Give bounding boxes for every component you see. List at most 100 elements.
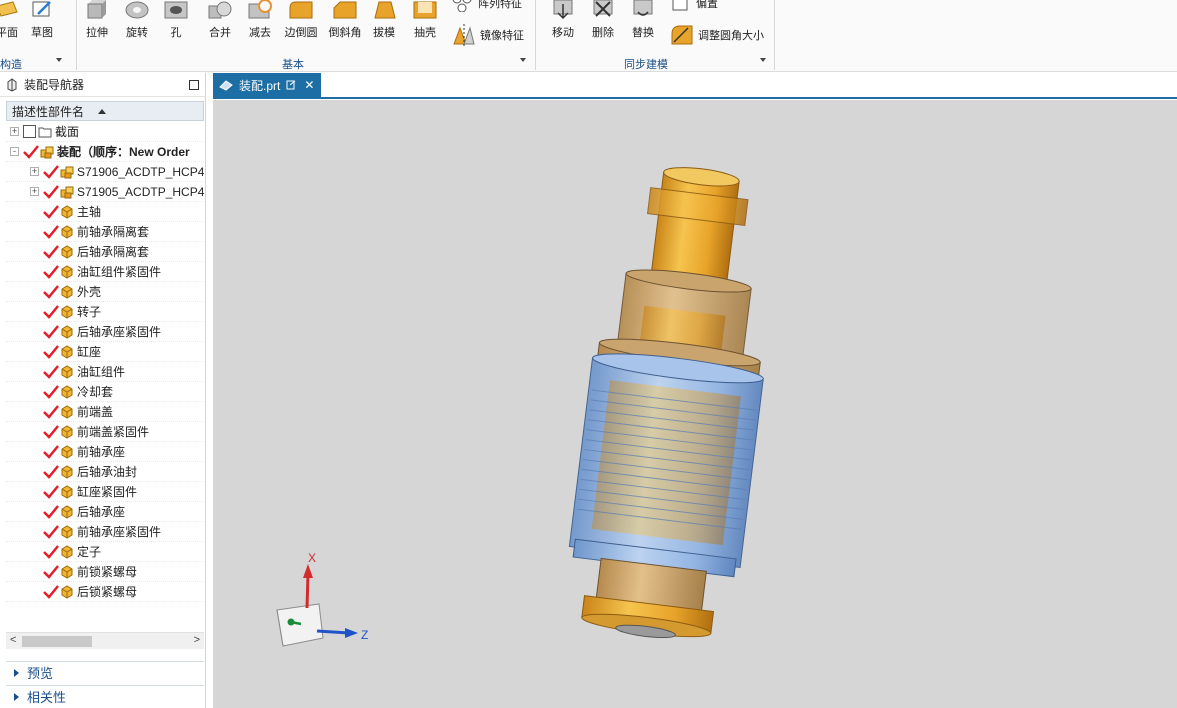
part-icon (61, 284, 73, 299)
tree-row[interactable]: 后轴承座 (6, 502, 204, 522)
basic-group-dropdown-icon[interactable] (520, 58, 526, 62)
scroll-left-icon[interactable]: < (10, 634, 16, 646)
resize-blend-button[interactable]: 调整圆角大小 (670, 24, 764, 46)
assembly-icon (40, 146, 54, 158)
replace-face-icon (633, 0, 653, 16)
tree-row[interactable]: 外壳 (6, 282, 204, 302)
expand-arrow-icon (14, 668, 19, 677)
checked-icon[interactable] (23, 144, 39, 159)
checked-icon[interactable] (43, 524, 59, 539)
checked-icon[interactable] (43, 324, 59, 339)
part-icon (61, 344, 73, 359)
tree-row[interactable]: + 截面 (6, 122, 204, 142)
expand-node-icon[interactable]: + (30, 187, 39, 196)
tree-row[interactable]: 主轴 (6, 202, 204, 222)
checked-icon[interactable] (43, 484, 59, 499)
tree-row[interactable]: 油缸组件 (6, 362, 204, 382)
checked-icon[interactable] (43, 164, 59, 179)
tree-row[interactable]: 转子 (6, 302, 204, 322)
document-tab-bar: 装配.prt ✕ (213, 73, 1177, 99)
tree-row[interactable]: 后轴承座紧固件 (6, 322, 204, 342)
tree-row[interactable]: 缸座紧固件 (6, 482, 204, 502)
construct-group-dropdown-icon[interactable] (56, 58, 62, 62)
close-tab-icon[interactable]: ✕ (304, 78, 314, 92)
checked-icon[interactable] (43, 264, 59, 279)
checked-icon[interactable] (43, 564, 59, 579)
tree-row[interactable]: 前轴承隔离套 (6, 222, 204, 242)
pattern-feature-button[interactable]: 阵列特征 (452, 0, 522, 12)
sync-group-dropdown-icon[interactable] (760, 58, 766, 62)
unite-button[interactable]: 合并 (204, 0, 236, 40)
draft-button[interactable]: 拔模 (370, 0, 398, 40)
model-view: X Z (276, 158, 788, 647)
coordinate-triad[interactable]: X Z (276, 551, 368, 647)
tree-row[interactable]: 缸座 (6, 342, 204, 362)
checked-icon[interactable] (43, 364, 59, 379)
maximize-icon[interactable] (189, 80, 199, 90)
checked-icon[interactable] (43, 384, 59, 399)
tree-row[interactable]: + S71905_ACDTP_HCP4I (6, 182, 204, 202)
dependency-section[interactable]: 相关性 (6, 685, 204, 707)
column-header-part-name[interactable]: 描述性部件名 (6, 101, 204, 121)
tree-row[interactable]: 后轴承油封 (6, 462, 204, 482)
checked-icon[interactable] (43, 464, 59, 479)
hole-button[interactable]: 孔 (162, 0, 190, 40)
checked-icon[interactable] (43, 244, 59, 259)
tree-row[interactable]: 前端盖紧固件 (6, 422, 204, 442)
graphics-window[interactable]: X Z (213, 100, 1177, 708)
mirror-feature-icon (453, 24, 475, 46)
checked-icon[interactable] (43, 504, 59, 519)
modified-marker-icon (286, 80, 296, 90)
tree-row[interactable]: 前轴承座 (6, 442, 204, 462)
tree-row-label: 转子 (77, 305, 102, 319)
checked-icon[interactable] (43, 284, 59, 299)
tree-row[interactable]: 定子 (6, 542, 204, 562)
expand-node-icon[interactable]: + (10, 127, 19, 136)
horizontal-scrollbar[interactable]: < > (6, 632, 204, 649)
checked-icon[interactable] (43, 404, 59, 419)
checked-icon[interactable] (43, 204, 59, 219)
tree-row-label: 前轴承座 (77, 445, 126, 459)
checked-icon[interactable] (43, 344, 59, 359)
checked-icon[interactable] (43, 304, 59, 319)
checked-icon[interactable] (43, 444, 59, 459)
edge-blend-button[interactable]: 边倒圆 (282, 0, 320, 40)
checked-icon[interactable] (43, 584, 59, 599)
tree-row[interactable]: + S71906_ACDTP_HCP4I (6, 162, 204, 182)
tree-row[interactable]: 前锁紧螺母 (6, 562, 204, 582)
tree-row[interactable]: 前端盖 (6, 402, 204, 422)
tree-row[interactable]: 后锁紧螺母 (6, 582, 204, 602)
tree-row[interactable]: 后轴承隔离套 (6, 242, 204, 262)
spindle-assembly-model[interactable] (560, 158, 788, 646)
tree-row[interactable]: 前轴承座紧固件 (6, 522, 204, 542)
tree-row-label: 后轴承隔离套 (77, 245, 150, 259)
checked-icon[interactable] (43, 544, 59, 559)
tree-row[interactable]: - 装配（顺序：New Order (6, 142, 204, 162)
offset-region-button[interactable]: 偏置 (670, 0, 718, 12)
extrude-button[interactable]: 拉伸 (82, 0, 112, 40)
mirror-feature-button[interactable]: 镜像特征 (452, 24, 524, 46)
sketch-button[interactable]: 草图 (28, 0, 56, 40)
expand-node-icon[interactable]: + (30, 167, 39, 176)
tree-row[interactable]: 冷却套 (6, 382, 204, 402)
preview-section[interactable]: 预览 (6, 661, 204, 683)
scroll-right-icon[interactable]: > (194, 634, 200, 646)
replace-face-button[interactable]: 替换 (628, 0, 658, 40)
tab-assembly-prt[interactable]: 装配.prt ✕ (213, 73, 321, 97)
shell-button[interactable]: 抽壳 (410, 0, 440, 40)
delete-face-button[interactable]: 删除 (588, 0, 618, 40)
revolve-button[interactable]: 旋转 (122, 0, 152, 40)
tree-row[interactable]: 油缸组件紧固件 (6, 262, 204, 282)
checked-icon[interactable] (43, 224, 59, 239)
datum-plane-button[interactable]: 平面 (0, 0, 22, 40)
checked-icon[interactable] (43, 184, 59, 199)
subtract-button[interactable]: 减去 (244, 0, 276, 40)
collapse-node-icon[interactable]: - (10, 147, 19, 156)
tree-row-label: 主轴 (77, 205, 102, 219)
unchecked-box[interactable] (23, 125, 36, 138)
checked-icon[interactable] (43, 424, 59, 439)
part-icon (61, 544, 73, 559)
move-face-button[interactable]: 移动 (548, 0, 578, 40)
chamfer-button[interactable]: 倒斜角 (326, 0, 364, 40)
scrollbar-thumb[interactable] (22, 636, 92, 647)
